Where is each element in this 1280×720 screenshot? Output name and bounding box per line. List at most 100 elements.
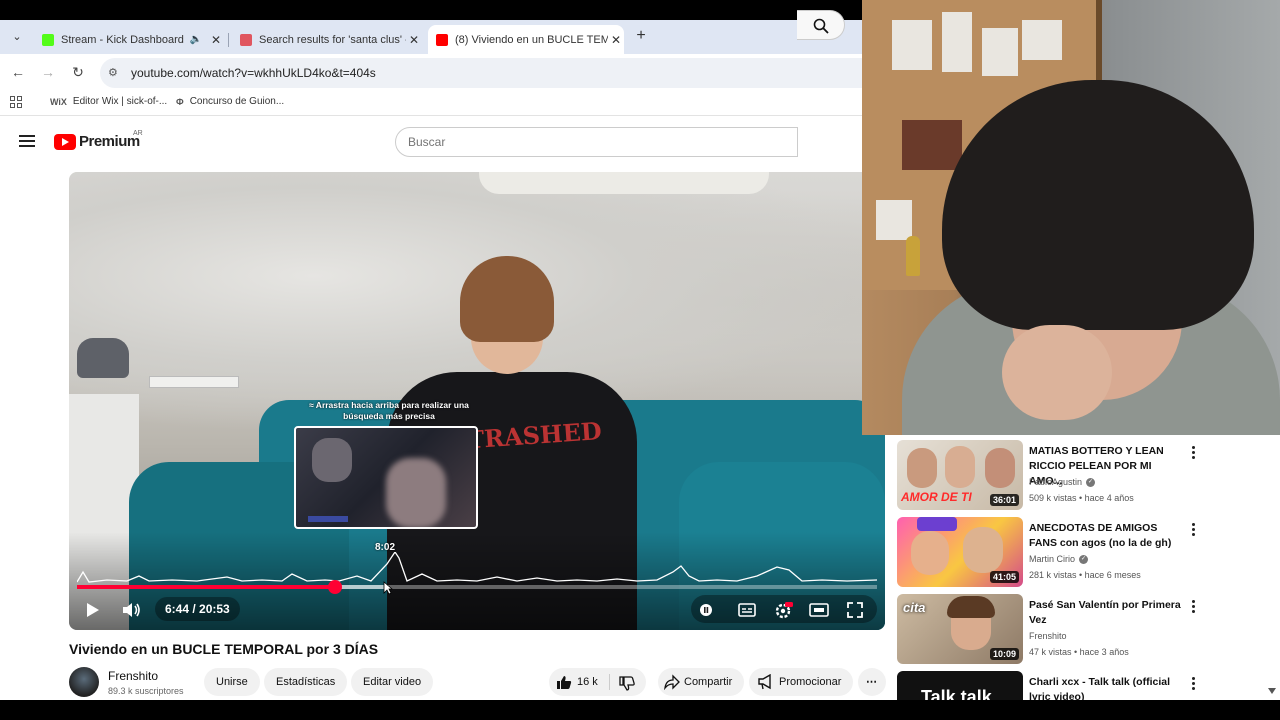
scroll-down-arrow-icon[interactable]: [1268, 688, 1276, 696]
channel-label: Frenshito: [1029, 631, 1067, 641]
close-icon[interactable]: ✕: [608, 33, 624, 47]
like-dislike-group: 16 k: [549, 668, 646, 696]
channel-name[interactable]: Martin Cirio ✓: [1029, 554, 1089, 564]
promote-button[interactable]: Promocionar: [749, 668, 854, 696]
search-box[interactable]: [395, 127, 798, 157]
preview-figure-blur: [386, 458, 446, 527]
search-input[interactable]: [408, 135, 788, 149]
edit-video-button[interactable]: Editar video: [351, 668, 434, 696]
fullscreen-icon: [847, 602, 863, 618]
like-count[interactable]: 16 k: [577, 676, 598, 688]
play-icon: [87, 603, 99, 617]
forward-arrow-icon[interactable]: →: [39, 63, 57, 81]
close-icon[interactable]: ✕: [208, 33, 224, 47]
apps-grid-icon[interactable]: [10, 96, 22, 108]
new-tab-plus-icon[interactable]: +: [632, 27, 650, 45]
subtitles-button[interactable]: [736, 599, 758, 621]
site-settings-icon[interactable]: ⚙: [108, 66, 118, 79]
captions-icon: [738, 603, 756, 617]
play-button[interactable]: [81, 599, 103, 621]
thumbnail-text: cita: [903, 600, 926, 615]
country-code: AR: [133, 130, 143, 137]
screen: ⌄ Stream - Kick Dashboard 🔈 ✕ Search res…: [0, 0, 1280, 720]
thumbs-up-icon[interactable]: [556, 675, 572, 690]
preview-caption-tag: [308, 516, 348, 522]
tab-search-results[interactable]: Search results for 'santa clus' - I ✕: [232, 25, 422, 54]
speaker-icon[interactable]: 🔈: [190, 34, 202, 45]
store-favicon-icon: [240, 33, 252, 46]
more-vertical-icon[interactable]: [1188, 446, 1198, 462]
more-vertical-icon[interactable]: [1188, 677, 1198, 693]
url-text[interactable]: youtube.com/watch?v=wkhhUkLD4ko&t=404s: [131, 66, 376, 80]
video-frame-mirror: [479, 172, 769, 194]
video-thumbnail[interactable]: cita 10:09: [897, 594, 1023, 664]
share-button[interactable]: Compartir: [658, 668, 745, 696]
theater-mode-button[interactable]: [808, 599, 830, 621]
youtube-premium-logo[interactable]: Premium: [54, 133, 140, 150]
thumbs-down-icon[interactable]: [619, 676, 635, 691]
video-player[interactable]: TRASHED ≈ Arrastra hacia arriba para rea…: [69, 172, 885, 630]
recommended-video[interactable]: 41:05 ANECDOTAS DE AMIGOS FANS con agos …: [897, 517, 1267, 589]
tab-kick-dashboard[interactable]: Stream - Kick Dashboard 🔈 ✕: [34, 25, 224, 54]
settings-button[interactable]: [772, 599, 794, 621]
progress-bar[interactable]: [77, 580, 877, 594]
video-duration: 10:09: [989, 648, 1019, 660]
search-icon: [813, 18, 829, 34]
recommended-video[interactable]: AMOR DE TI 36:01 MATIAS BOTTERO Y LEAN R…: [897, 440, 1267, 512]
youtube-favicon-icon: [436, 33, 448, 46]
video-meta: 509 k vistas • hace 4 años: [1029, 493, 1134, 503]
bookmark-label: Editor Wix | sick-of-...: [72, 96, 168, 107]
search-button[interactable]: [797, 10, 845, 40]
thumbnail-text: AMOR DE TI: [901, 490, 972, 504]
channel-name[interactable]: Frenshito: [1029, 631, 1067, 641]
autoplay-pause-icon: [700, 604, 712, 616]
stats-button[interactable]: Estadísticas: [264, 668, 348, 696]
gear-icon: [775, 602, 793, 619]
webcam-person-hand: [1002, 325, 1112, 420]
reload-icon[interactable]: ↻: [69, 63, 87, 81]
like-divider: [609, 674, 610, 690]
tab-separator: [228, 33, 229, 47]
megaphone-icon: [758, 674, 771, 690]
address-bar[interactable]: ⚙ youtube.com/watch?v=wkhhUkLD4ko&t=404s: [100, 58, 862, 88]
channel-name[interactable]: PabloAgustin ✓: [1029, 477, 1096, 487]
tab-label: Search results for 'santa clus' - I: [259, 33, 406, 46]
logo-text: Premium: [79, 133, 140, 150]
video-title[interactable]: ANECDOTAS DE AMIGOS FANS con agos (no la…: [1029, 521, 1183, 551]
video-title[interactable]: Pasé San Valentín por Primera Vez: [1029, 598, 1183, 628]
video-frame-person-hair: [460, 256, 554, 342]
fullscreen-button[interactable]: [844, 599, 866, 621]
video-thumbnail[interactable]: 41:05: [897, 517, 1023, 587]
tab-search-chevron-icon[interactable]: ⌄: [6, 27, 28, 47]
channel-name[interactable]: Frenshito: [108, 669, 158, 683]
autoplay-toggle[interactable]: [695, 599, 717, 621]
mute-button[interactable]: [120, 599, 142, 621]
more-vertical-icon[interactable]: [1188, 600, 1198, 616]
share-arrow-icon: [664, 674, 680, 690]
youtube-header: Premium AR: [0, 117, 862, 167]
bookmark-wix-editor[interactable]: WiX Editor Wix | sick-of-...: [50, 96, 167, 107]
more-actions-button[interactable]: ⋯: [858, 668, 886, 696]
theater-icon: [809, 603, 829, 617]
seek-preview-thumbnail: [294, 426, 478, 529]
more-horizontal-icon: ⋯: [866, 676, 878, 688]
wix-icon: WiX: [50, 96, 67, 107]
preview-figure: [312, 438, 352, 482]
webcam-trophy: [906, 236, 920, 276]
tab-youtube-video[interactable]: (8) Viviendo en un BUCLE TEMP ✕: [428, 25, 624, 54]
close-icon[interactable]: ✕: [406, 33, 422, 47]
channel-avatar[interactable]: [69, 667, 99, 697]
video-thumbnail[interactable]: AMOR DE TI 36:01: [897, 440, 1023, 510]
more-vertical-icon[interactable]: [1188, 523, 1198, 539]
menu-hamburger-icon[interactable]: [19, 135, 35, 147]
join-button[interactable]: Unirse: [204, 668, 260, 696]
kick-favicon-icon: [42, 33, 54, 46]
subscriber-count: 89.3 k suscriptores: [108, 686, 184, 696]
seek-drag-hint: ≈ Arrastra hacia arriba para realizar un…: [309, 400, 469, 421]
bookmark-concurso-guion[interactable]: Ф Concurso de Guion...: [176, 96, 284, 107]
volume-icon: [123, 603, 140, 617]
bottom-black-bar: [0, 700, 1280, 720]
verified-check-icon: ✓: [1086, 477, 1096, 487]
back-arrow-icon[interactable]: ←: [9, 63, 27, 81]
recommended-video[interactable]: cita 10:09 Pasé San Valentín por Primera…: [897, 594, 1267, 666]
